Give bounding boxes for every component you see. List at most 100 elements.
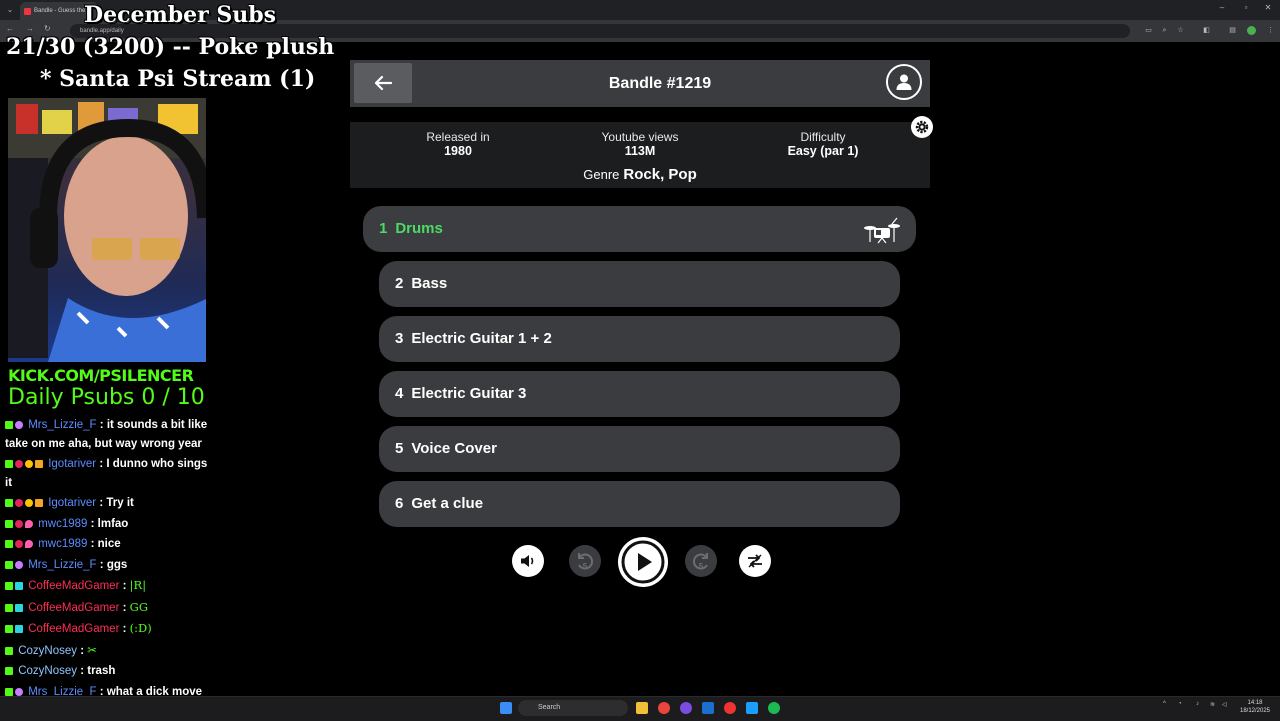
- back-nav-icon[interactable]: ←: [6, 24, 14, 33]
- close-icon[interactable]: ✕: [1258, 3, 1278, 12]
- og-badge-icon: [15, 421, 23, 429]
- volume-button[interactable]: [512, 545, 544, 577]
- chat-username[interactable]: CozyNosey: [18, 665, 77, 677]
- drum-kit-icon: [864, 217, 900, 244]
- chat-text: :: [122, 601, 127, 614]
- bookmark-star-icon[interactable]: ☆: [1176, 26, 1185, 35]
- chat-emote: GG: [129, 599, 149, 614]
- overlay-subs-title: December Subs: [84, 2, 277, 28]
- profile-button[interactable]: [886, 64, 922, 100]
- track-number: 2: [395, 275, 404, 292]
- kick-badge-icon: [5, 560, 13, 569]
- forward-5-button[interactable]: 5: [685, 545, 717, 577]
- tab-search-icon[interactable]: ⌄: [4, 4, 16, 16]
- chat-message: CoffeeMadGamer : |R|: [5, 576, 210, 596]
- windows-start-icon[interactable]: [500, 702, 512, 714]
- track-item-drums[interactable]: 1 Drums: [363, 206, 916, 252]
- fast-forward-icon: 5: [693, 553, 708, 571]
- volume-tray-icon[interactable]: ◁: [1222, 701, 1227, 708]
- menu-kebab-icon[interactable]: ⋮: [1266, 26, 1275, 35]
- gift-badge-icon: [15, 540, 23, 548]
- chat-username[interactable]: CoffeeMadGamer: [28, 602, 119, 614]
- vip-badge-icon: [15, 582, 23, 590]
- kick-badge-icon: [5, 499, 13, 507]
- spotify-icon[interactable]: [768, 702, 780, 714]
- track-item-get-a-clue[interactable]: 6 Get a clue: [379, 481, 900, 527]
- vip-badge-icon: [15, 625, 23, 633]
- chat-username[interactable]: Mrs_Lizzie_F: [28, 559, 96, 571]
- chat-text: : lmfao: [90, 517, 129, 530]
- chat-username[interactable]: mwc1989: [38, 538, 87, 550]
- kick-badge-icon: [5, 687, 13, 696]
- views-label: Youtube views: [601, 130, 679, 144]
- rewind-5-button[interactable]: 5: [569, 545, 601, 577]
- kick-badge-icon: [5, 646, 13, 655]
- cast-icon[interactable]: ▭: [1144, 26, 1153, 35]
- chat-message: mwc1989 : nice: [5, 535, 210, 554]
- chrome-icon[interactable]: [658, 702, 670, 714]
- chat-username[interactable]: mwc1989: [38, 518, 87, 530]
- kick-badge-icon: [5, 603, 13, 612]
- discord-icon[interactable]: [680, 702, 692, 714]
- clock-date: 18/12/2025: [1239, 708, 1271, 714]
- kick-badge-icon: [5, 667, 13, 675]
- chat-username[interactable]: CoffeeMadGamer: [28, 623, 119, 635]
- play-button[interactable]: [618, 537, 668, 587]
- app-icon[interactable]: [702, 702, 714, 714]
- steam-icon[interactable]: [746, 702, 758, 714]
- gear-icon: [915, 120, 929, 134]
- profile-avatar-icon[interactable]: [1247, 26, 1256, 35]
- difficulty-label: Difficulty: [800, 130, 846, 144]
- kick-channel-banner: KICK.COM/PSILENCER: [8, 366, 208, 386]
- file-explorer-icon[interactable]: [636, 702, 648, 714]
- reload-icon[interactable]: ↻: [44, 24, 51, 33]
- chat-emote: |R|: [129, 578, 147, 592]
- genre-value: Rock, Pop: [623, 166, 697, 183]
- chat-message: CozyNosey : trash: [5, 662, 210, 681]
- chat-message: CoffeeMadGamer : (:D): [5, 619, 210, 639]
- views-info: Youtube views 113M: [560, 130, 720, 158]
- chat-text: :: [80, 644, 85, 657]
- track-label: Bass: [411, 275, 448, 292]
- chat-username[interactable]: Igotariver: [48, 497, 96, 509]
- chat-emote: (:D): [129, 621, 152, 635]
- released-label: Released in: [426, 130, 490, 144]
- app-icon[interactable]: [724, 702, 736, 714]
- chat-username[interactable]: CoffeeMadGamer: [28, 580, 119, 592]
- back-button[interactable]: [354, 63, 412, 103]
- settings-button[interactable]: [911, 116, 933, 138]
- chat-message: Mrs_Lizzie_F : it sounds a bit like take…: [5, 416, 210, 453]
- track-item-electric-guitar-1-2[interactable]: 3 Electric Guitar 1 + 2: [379, 316, 900, 362]
- vip-badge-icon: [15, 603, 23, 612]
- clock-time: 14:18: [1247, 700, 1263, 706]
- minimize-icon[interactable]: –: [1212, 3, 1232, 12]
- difficulty-value: Easy (par 1): [787, 144, 859, 158]
- chat-username[interactable]: CozyNosey: [18, 645, 77, 657]
- taskbar-search[interactable]: Search: [518, 700, 628, 716]
- maximize-icon[interactable]: ▫: [1236, 3, 1256, 12]
- page-title: Bandle #1219: [608, 75, 712, 92]
- subscriber-badge-icon: [25, 460, 33, 468]
- chat-message: CoffeeMadGamer : GG: [5, 598, 210, 618]
- track-item-voice-cover[interactable]: 5 Voice Cover: [379, 426, 900, 472]
- network-icon[interactable]: ◔: [1178, 701, 1182, 707]
- chat-username[interactable]: Igotariver: [48, 458, 96, 470]
- chat-username[interactable]: Mrs_Lizzie_F: [28, 419, 96, 431]
- track-number: 3: [395, 330, 404, 347]
- microphone-icon[interactable]: ♪: [1196, 701, 1199, 707]
- forward-nav-icon[interactable]: →: [26, 24, 34, 33]
- track-label: Get a clue: [411, 495, 484, 512]
- track-item-electric-guitar-3[interactable]: 4 Electric Guitar 3: [379, 371, 900, 417]
- tray-chevron-icon[interactable]: ^: [1163, 701, 1166, 707]
- chat-message: Mrs_Lizzie_F : ggs: [5, 556, 210, 575]
- extensions-icon[interactable]: ◧: [1202, 26, 1211, 35]
- track-label: Electric Guitar 3: [411, 385, 527, 402]
- chat-message: Igotariver : I dunno who sings it: [5, 455, 210, 492]
- shuffle-button[interactable]: [739, 545, 771, 577]
- chat-text: :: [122, 580, 127, 592]
- track-label: Voice Cover: [411, 440, 497, 457]
- zoom-icon[interactable]: ⌕: [1160, 26, 1169, 35]
- wifi-icon[interactable]: ≋: [1210, 701, 1215, 708]
- track-item-bass[interactable]: 2 Bass: [379, 261, 900, 307]
- sidebar-icon[interactable]: ▤: [1228, 26, 1237, 35]
